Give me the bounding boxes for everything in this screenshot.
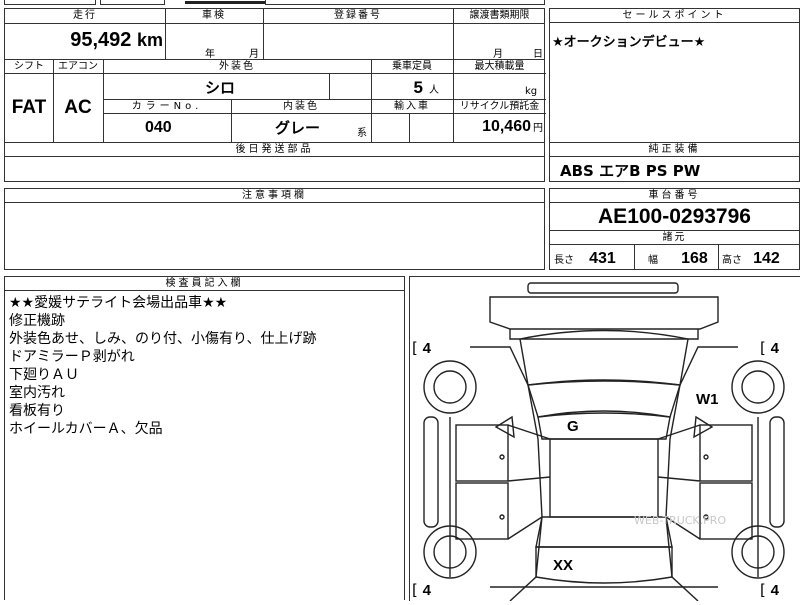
remark-line: 外装色あせ、しみ、のり付、小傷有り、仕上げ跡: [9, 331, 317, 347]
exterior-color-value: シロ: [205, 79, 236, 97]
specs-header: 諸元: [662, 232, 687, 243]
shift-header: シフト: [14, 61, 44, 72]
watermark: WEB-TRUCK.PRO: [634, 514, 727, 527]
later-parts-header: 後日発送部品: [5, 143, 544, 157]
remark-line: 下廻りＡＵ: [9, 367, 79, 383]
inspection-month: 月: [249, 49, 259, 60]
damage-mark-w1: W1: [696, 391, 719, 408]
interior-color-suffix: 系: [357, 128, 367, 139]
exterior-color-header: 外装色: [219, 61, 255, 72]
interior-color-header: 内装色: [283, 101, 319, 112]
inspector-lines: ★★愛媛サテライト会場出品車★★ 修正機跡 外装色あせ、しみ、のり付、小傷有り、…: [9, 294, 316, 438]
spec-length: 長さ 431: [554, 250, 616, 267]
mileage-header: 走行: [73, 10, 97, 21]
remark-line: ドアミラーＰ剥がれ: [9, 349, 135, 365]
tire-rear-right: [ 4: [760, 581, 779, 599]
damage-mark-g: G: [567, 418, 579, 435]
aircon-header: エアコン: [58, 61, 98, 72]
interior-color-value: グレー: [275, 119, 321, 137]
vehicle-info-table: 走行 車検 登録番号 譲渡書類期限 95,492 km 年 月 月 日 シフト …: [4, 8, 546, 143]
recycle-value: 10,460 円: [482, 118, 543, 135]
remark-line: 修正機跡: [9, 313, 65, 329]
chassis-header: 車台番号: [550, 189, 799, 203]
genuine-equipment-value: ABS エアB PS PW: [560, 162, 701, 180]
import-header: 輸入車: [394, 101, 430, 112]
top-strip: [0, 0, 800, 6]
remark-line: ★★愛媛サテライト会場出品車★★: [9, 295, 228, 311]
later-parts-box: 後日発送部品: [4, 142, 545, 182]
sales-point-box: セールスポイント ★オークションデビュー★: [549, 8, 800, 143]
tire-front-left: [ 4: [412, 339, 431, 357]
color-no-value: 040: [145, 119, 172, 136]
chassis-box: 車台番号 AE100-0293796 諸元 長さ 431 幅 168 高さ 14…: [549, 188, 800, 270]
recycle-header: リサイクル預託金: [459, 101, 540, 112]
spec-height: 高さ 142: [722, 250, 780, 267]
genuine-equipment-header: 純正装備: [550, 143, 799, 157]
max-load-unit: kg: [525, 86, 538, 97]
spec-width: 幅 168: [648, 250, 708, 267]
mileage-value: 95,492 km: [70, 29, 163, 51]
capacity-header: 乗車定員: [392, 61, 432, 72]
damage-mark-xx: XX: [553, 557, 574, 574]
remark-line: ホイールカバーＡ、欠品: [9, 421, 163, 437]
remark-line: 看板有り: [9, 403, 65, 419]
inspection-year: 年: [205, 49, 215, 60]
inspector-header: 検査員記入欄: [5, 277, 404, 291]
tire-rear-left: [ 4: [412, 581, 431, 599]
remark-line: 室内汚れ: [9, 385, 65, 401]
transfer-month: 月: [493, 49, 503, 60]
notes-header: 注意事項欄: [5, 189, 544, 203]
capacity-value: 5人: [413, 78, 439, 97]
max-load-header: 最大積載量: [474, 61, 525, 72]
transfer-header: 譲渡書類期限: [469, 10, 530, 21]
chassis-value: AE100-0293796: [598, 205, 751, 228]
inspector-box: 検査員記入欄 ★★愛媛サテライト会場出品車★★ 修正機跡 外装色あせ、しみ、のり…: [4, 276, 405, 600]
inspection-header: 車検: [202, 10, 226, 21]
car-outline-diagram: [423, 282, 785, 602]
transfer-day: 日: [533, 49, 543, 60]
aircon-value: AC: [64, 97, 92, 118]
color-no-header: カラーNo.: [131, 101, 203, 112]
condition-diagram: [ 4 [ 4 [ 4 [ 4 W1 G XX WEB-TRUCK.PRO: [409, 276, 800, 602]
shift-value: FAT: [11, 97, 47, 118]
genuine-equipment-box: 純正装備 ABS エアB PS PW: [549, 142, 800, 182]
sales-point-header: セールスポイント: [550, 9, 799, 23]
registration-header: 登録番号: [334, 10, 382, 21]
tire-front-right: [ 4: [760, 339, 779, 357]
notes-box: 注意事項欄: [4, 188, 545, 270]
sales-point-text: ★オークションデビュー★: [552, 35, 706, 50]
